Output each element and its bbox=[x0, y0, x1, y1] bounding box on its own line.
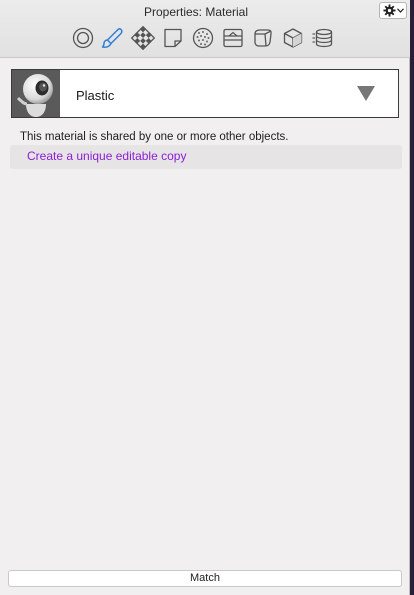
material-selector[interactable]: Plastic bbox=[11, 69, 399, 118]
note-page-icon bbox=[164, 28, 182, 48]
bump-sphere-icon bbox=[192, 27, 214, 49]
layers-stack-icon bbox=[312, 28, 333, 48]
unique-copy-bar: Create a unique editable copy bbox=[10, 145, 402, 169]
chevron-down-icon bbox=[396, 8, 404, 13]
material-name: Plastic bbox=[76, 88, 115, 103]
shared-material-notice: This material is shared by one or more o… bbox=[20, 131, 289, 143]
dropdown-arrow-icon[interactable] bbox=[357, 86, 375, 101]
match-button[interactable]: Match bbox=[8, 570, 402, 587]
settings-menu-button[interactable] bbox=[379, 2, 407, 19]
tab-shading[interactable] bbox=[280, 24, 306, 52]
tab-bump[interactable] bbox=[190, 24, 216, 52]
tab-materials[interactable] bbox=[100, 24, 126, 52]
scene-layer-icon bbox=[223, 28, 243, 48]
cube-shade-icon bbox=[283, 28, 303, 48]
properties-panel: Properties: Material Plastic This materi… bbox=[0, 0, 410, 595]
tab-scene[interactable] bbox=[220, 24, 246, 52]
inspector-tabs bbox=[70, 24, 336, 52]
object-faces-icon bbox=[254, 29, 272, 47]
tab-notes[interactable] bbox=[160, 24, 186, 52]
tab-objects[interactable] bbox=[250, 24, 276, 52]
material-thumbnail bbox=[12, 70, 60, 117]
robot-preview-image bbox=[12, 70, 60, 117]
texture-checker-icon bbox=[131, 26, 155, 50]
tab-layers[interactable] bbox=[310, 24, 336, 52]
gear-icon bbox=[382, 4, 396, 17]
panel-header: Properties: Material bbox=[0, 0, 410, 58]
window-title: Properties: Material bbox=[143, 5, 249, 19]
entity-info-icon bbox=[72, 27, 94, 49]
tab-texture[interactable] bbox=[130, 24, 156, 52]
create-unique-copy-link[interactable]: Create a unique editable copy bbox=[27, 149, 186, 163]
tab-entity-info[interactable] bbox=[70, 24, 96, 52]
material-paintbrush-icon bbox=[101, 28, 123, 48]
